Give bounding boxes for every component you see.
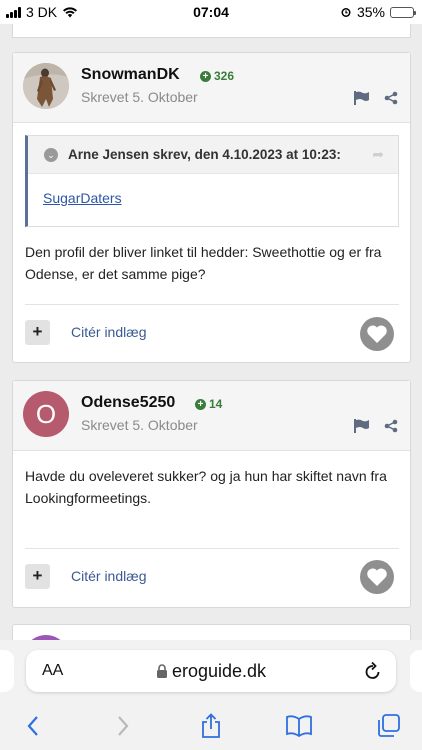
share-icon xyxy=(202,713,220,738)
post-date[interactable]: Skrevet 5. Oktober xyxy=(81,417,198,433)
chevron-right-icon xyxy=(118,716,129,736)
post-text: Den profil der bliver linket til hedder:… xyxy=(25,244,382,282)
divider xyxy=(25,304,399,305)
bookmarks-button[interactable] xyxy=(284,712,314,740)
chevron-down-icon[interactable]: ⌄ xyxy=(44,148,58,162)
plus-circle-icon: + xyxy=(200,70,211,82)
tabs-button[interactable] xyxy=(373,712,403,740)
forward-button[interactable] xyxy=(108,712,138,740)
username[interactable]: SnowmanDK xyxy=(81,66,180,84)
plus-circle-icon: + xyxy=(195,398,206,410)
reload-icon[interactable] xyxy=(364,661,382,681)
goto-quote-icon[interactable]: ➦ xyxy=(372,146,384,163)
battery-percent: 35% xyxy=(356,4,385,20)
avatar[interactable] xyxy=(23,63,69,109)
reputation-count: 326 xyxy=(214,69,235,83)
back-button[interactable] xyxy=(18,712,48,740)
multiquote-button[interactable]: + xyxy=(25,564,50,589)
next-tab-peek[interactable] xyxy=(410,650,422,692)
address-bar-area: AA eroguide.dk xyxy=(0,640,422,702)
username[interactable]: Odense5250 xyxy=(81,394,175,412)
divider xyxy=(25,548,399,549)
address-bar[interactable]: AA eroguide.dk xyxy=(26,650,396,692)
quote-link[interactable]: SugarDaters xyxy=(43,190,122,206)
cite-post-link[interactable]: Citér indlæg xyxy=(71,324,146,340)
post-header: SnowmanDK + 326 Skrevet 5. Oktober xyxy=(13,53,410,123)
quote-title: Arne Jensen skrev, den 4.10.2023 at 10:2… xyxy=(68,147,341,162)
quote-body: SugarDaters xyxy=(28,174,398,226)
post-actions xyxy=(354,419,398,433)
previous-tab-peek[interactable] xyxy=(0,650,14,692)
post-actions xyxy=(354,91,398,105)
post-text: Havde du oveleveret sukker? og ja hun ha… xyxy=(25,468,387,506)
url-domain[interactable]: eroguide.dk xyxy=(26,661,396,682)
alarm-icon xyxy=(341,8,351,17)
status-bar: 3 DK 07:04 35% xyxy=(0,0,422,24)
lock-icon xyxy=(156,664,167,678)
post-card: SnowmanDK + 326 Skrevet 5. Oktober ⌄ Arn… xyxy=(12,52,411,363)
status-right: 35% xyxy=(340,4,416,20)
reputation-count: 14 xyxy=(209,397,223,411)
avatar[interactable]: O xyxy=(23,391,69,437)
post-date[interactable]: Skrevet 5. Oktober xyxy=(81,89,198,105)
heart-icon xyxy=(367,325,387,343)
reputation-badge: + 14 xyxy=(195,397,222,411)
like-button[interactable] xyxy=(360,560,394,594)
post-header: O Odense5250 + 14 Skrevet 5. Oktober xyxy=(13,381,410,451)
browser-toolbar xyxy=(0,702,422,750)
domain-label: eroguide.dk xyxy=(171,661,267,681)
previous-post-bottom xyxy=(12,24,411,38)
heart-icon xyxy=(367,568,387,586)
battery-icon xyxy=(390,6,416,18)
cite-post-link[interactable]: Citér indlæg xyxy=(71,568,146,584)
chevron-left-icon xyxy=(27,716,38,736)
flag-icon[interactable] xyxy=(354,419,370,433)
post-card: O Odense5250 + 14 Skrevet 5. Oktober Hav… xyxy=(12,380,411,608)
share-button[interactable] xyxy=(196,712,226,740)
share-icon[interactable] xyxy=(384,91,398,105)
book-icon xyxy=(286,715,312,737)
share-icon[interactable] xyxy=(384,419,398,433)
user-photo-icon xyxy=(23,63,69,109)
flag-icon[interactable] xyxy=(354,91,370,105)
like-button[interactable] xyxy=(360,317,394,351)
tabs-icon xyxy=(378,714,400,737)
multiquote-button[interactable]: + xyxy=(25,320,50,345)
quote-header[interactable]: ⌄ Arne Jensen skrev, den 4.10.2023 at 10… xyxy=(28,136,398,174)
quote-block: ⌄ Arne Jensen skrev, den 4.10.2023 at 10… xyxy=(25,135,399,227)
reputation-badge: + 326 xyxy=(200,69,234,83)
